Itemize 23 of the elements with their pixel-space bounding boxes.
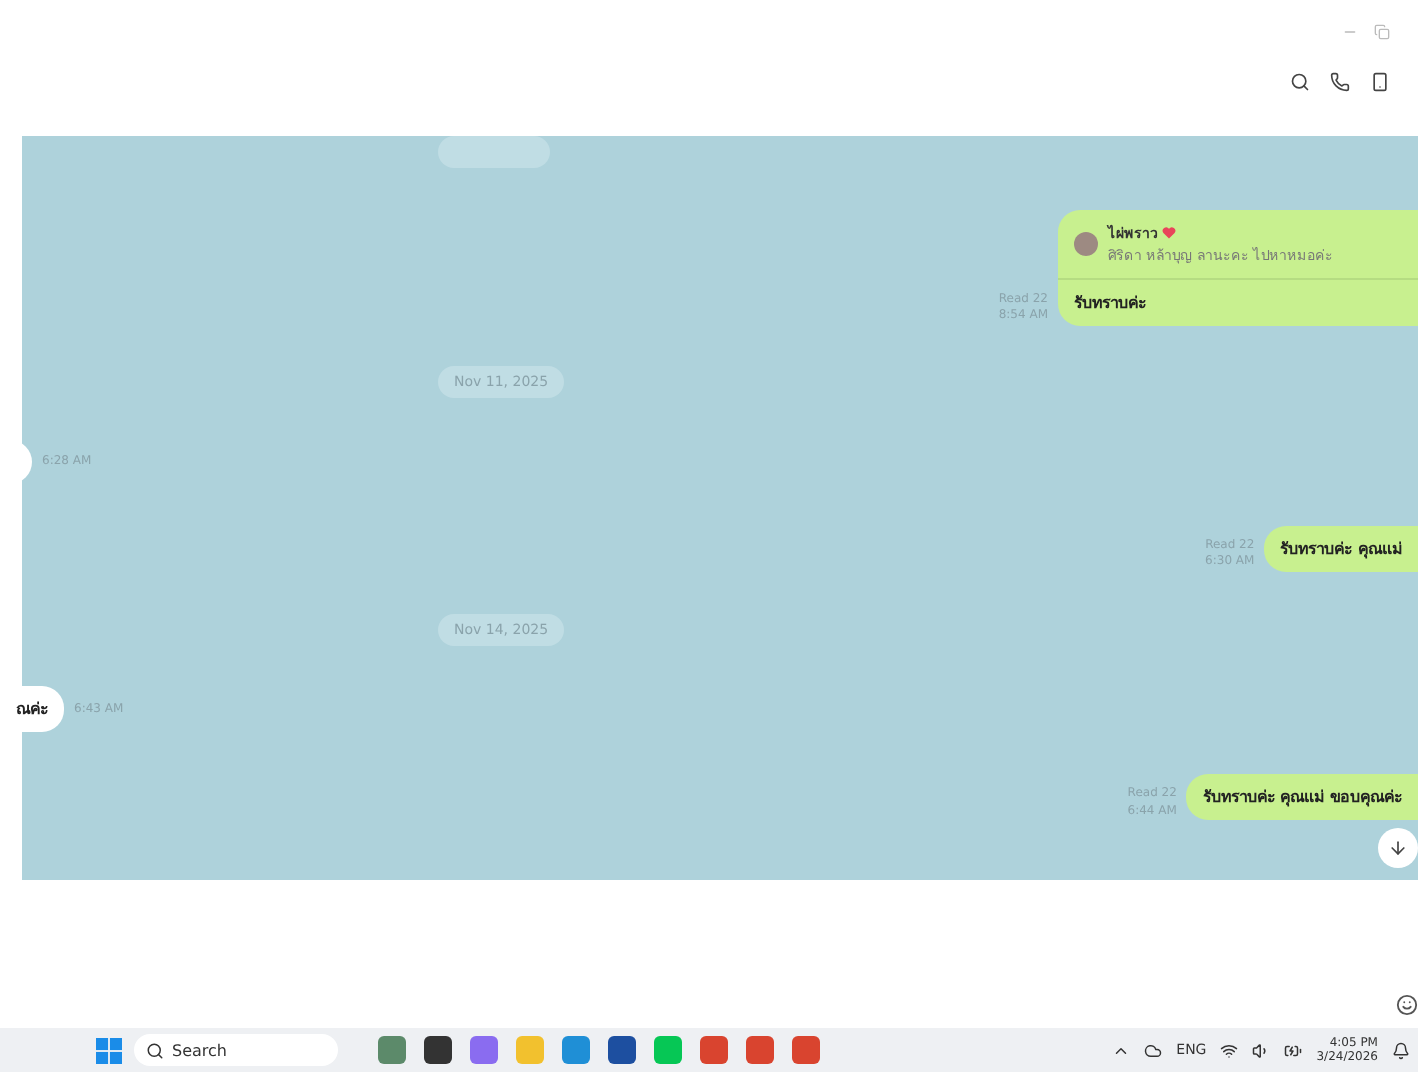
app-icon[interactable] — [424, 1036, 452, 1064]
scroll-down-button[interactable] — [1378, 828, 1418, 868]
phone-device-icon[interactable] — [1370, 72, 1390, 92]
battery-icon[interactable] — [1284, 1041, 1303, 1059]
phone-icon[interactable] — [1330, 72, 1350, 92]
search-placeholder: Search — [172, 1041, 227, 1059]
arrow-down-icon — [1388, 838, 1408, 858]
message-bubble: รับทราบค่ะ คุณแม่ ขอบคุณค่ะ — [1186, 773, 1418, 820]
cloud-icon[interactable] — [1144, 1041, 1163, 1059]
app-icon[interactable] — [608, 1036, 636, 1064]
emoji-icon[interactable] — [1396, 994, 1418, 1016]
notification-icon[interactable] — [1392, 1041, 1410, 1059]
search-icon[interactable] — [1290, 72, 1310, 92]
avatar — [1074, 231, 1098, 256]
message-text: รับทราบค่ะ — [1072, 291, 1148, 316]
search-icon — [146, 1041, 164, 1059]
message-bubble: รับทราบค่ะ คุณแม่ — [1264, 525, 1418, 572]
start-icon[interactable] — [96, 1037, 122, 1063]
search-field[interactable]: Search — [134, 1034, 338, 1066]
date-chip — [438, 136, 550, 168]
wifi-icon[interactable] — [1220, 1041, 1239, 1059]
volume-icon[interactable] — [1252, 1041, 1271, 1059]
heart-icon — [1162, 225, 1176, 240]
